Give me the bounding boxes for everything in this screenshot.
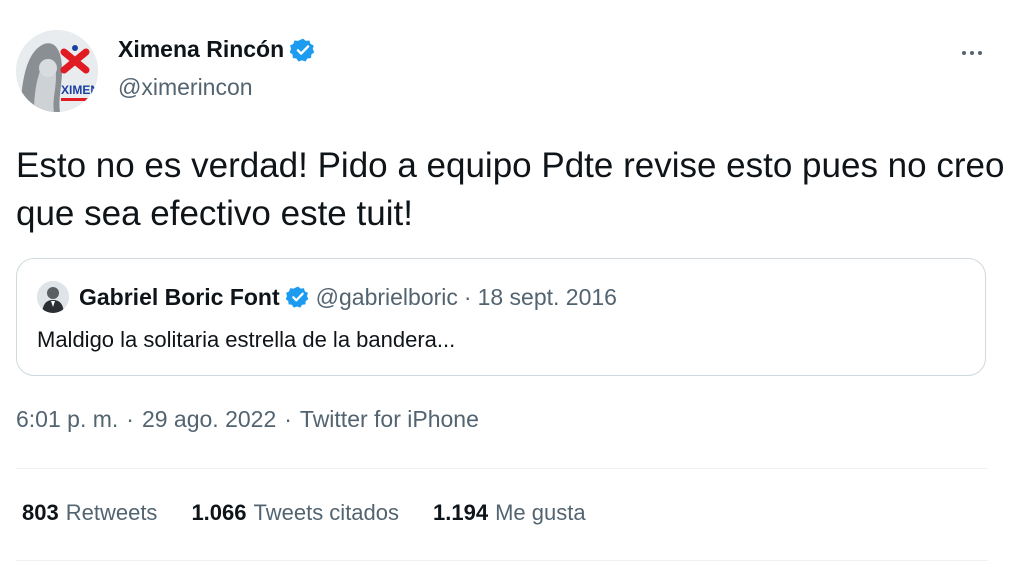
quote-tweets-stat[interactable]: 1.066 Tweets citados — [191, 500, 399, 526]
meta-separator: · — [126, 406, 134, 432]
divider — [16, 560, 988, 561]
quoted-tweet-header: Gabriel Boric Font @gabrielboric · 18 se… — [37, 281, 617, 313]
author-handle[interactable]: @ximerincon — [118, 74, 253, 101]
tweet-text: Esto no es verdad! Pido a equipo Pdte re… — [16, 146, 1005, 233]
author-avatar-image: XIMENA — [16, 30, 98, 112]
quote-tweets-label: Tweets citados — [253, 500, 400, 525]
quoted-separator: · — [463, 283, 472, 310]
tweet-time[interactable]: 6:01 p. m. — [16, 406, 118, 432]
tweet-source[interactable]: Twitter for iPhone — [300, 406, 479, 432]
avatar-logo-text: XIMENA — [61, 83, 98, 97]
likes-stat[interactable]: 1.194 Me gusta — [433, 500, 586, 526]
retweets-count: 803 — [22, 500, 59, 525]
quoted-avatar-image — [37, 281, 69, 313]
quoted-author-avatar[interactable] — [37, 281, 69, 313]
retweets-label: Retweets — [65, 500, 158, 525]
verified-badge-icon — [290, 38, 315, 61]
quoted-tweet-text: Maldigo la solitaria estrella de la band… — [37, 327, 456, 352]
more-horizontal-icon — [962, 51, 966, 55]
author-avatar[interactable]: XIMENA — [16, 30, 98, 112]
author-name[interactable]: Ximena Rincón — [118, 36, 284, 63]
more-options-button[interactable] — [954, 38, 990, 68]
verified-badge-icon — [285, 286, 309, 308]
quote-tweets-count: 1.066 — [191, 500, 247, 525]
quoted-author-handle[interactable]: @gabrielboric — [316, 284, 458, 311]
tweet-stats: 803 Retweets 1.066 Tweets citados 1.194 Me … — [22, 500, 586, 526]
meta-separator: · — [284, 406, 292, 432]
likes-count: 1.194 — [433, 500, 489, 525]
tweet-metadata: 6:01 p. m. · 29 ago. 2022 · Twitter for iPho… — [16, 406, 479, 433]
tweet-date[interactable]: 29 ago. 2022 — [142, 406, 276, 432]
author-name-row[interactable]: Ximena Rincón — [118, 36, 316, 63]
divider — [16, 468, 988, 469]
quoted-date[interactable]: 18 sept. 2016 — [478, 284, 617, 311]
quoted-tweet-card[interactable]: Gabriel Boric Font @gabrielboric · 18 se… — [16, 258, 986, 376]
quoted-author-name[interactable]: Gabriel Boric Font — [79, 284, 280, 311]
likes-label: Me gusta — [495, 500, 586, 525]
retweets-stat[interactable]: 803 Retweets — [22, 500, 157, 526]
